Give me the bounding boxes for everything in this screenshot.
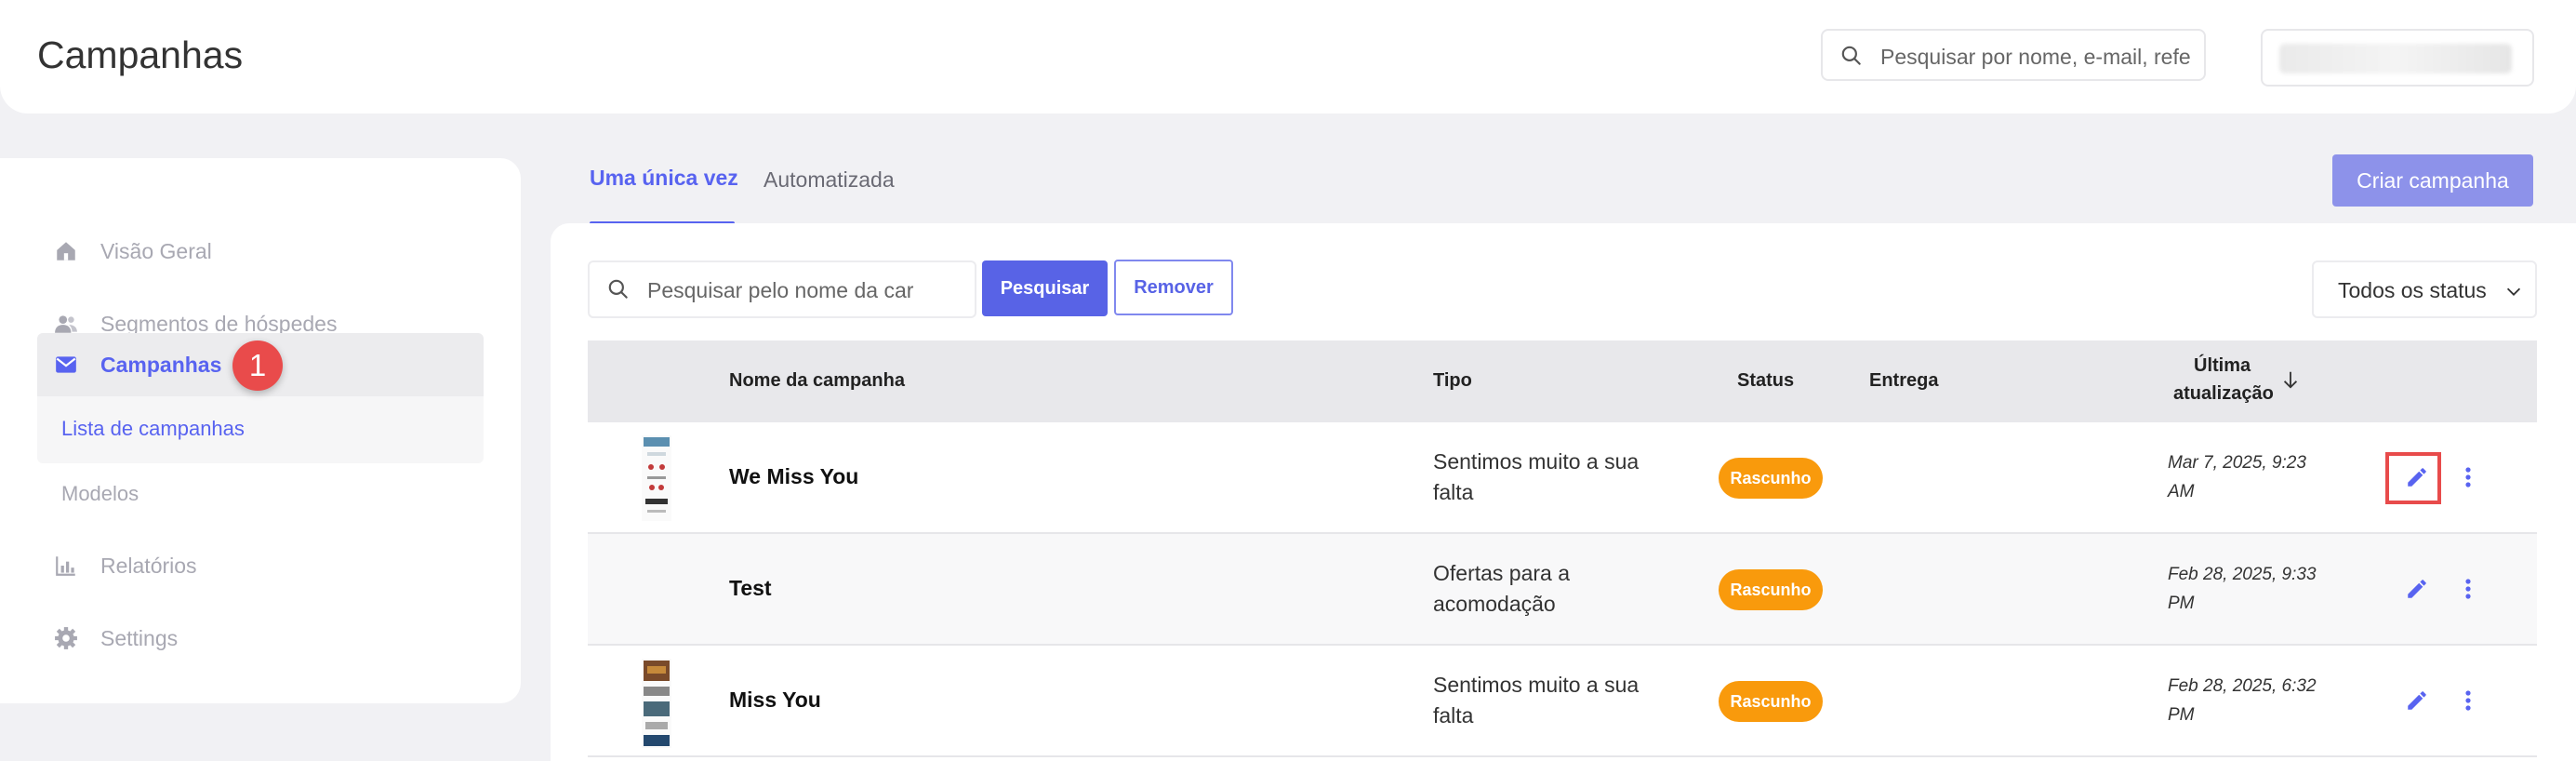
blurred-user-name	[2279, 44, 2512, 73]
global-search-input[interactable]	[1879, 40, 2198, 73]
pencil-icon	[2408, 580, 2426, 598]
status-badge: Rascunho	[1719, 681, 1823, 722]
last-updated: Feb 28, 2025, 6:32 PM	[2168, 676, 2317, 725]
page-title: Campanhas	[37, 33, 244, 76]
user-menu[interactable]	[2261, 29, 2534, 87]
remove-button[interactable]: Remover	[1114, 260, 1233, 315]
last-updated: Feb 28, 2025, 9:33 PM	[2168, 565, 2317, 613]
top-bar: Campanhas	[0, 0, 2576, 113]
pencil-icon	[2408, 691, 2426, 710]
more-options-button[interactable]	[2457, 685, 2479, 716]
campaign-thumbnail	[642, 435, 671, 521]
campaign-name[interactable]: Test	[729, 576, 772, 601]
campaign-type: Sentimos muito a sua falta	[1433, 449, 1640, 504]
more-vertical-icon	[2465, 690, 2471, 711]
edit-button[interactable]	[2401, 573, 2433, 605]
sidebar-item-overview[interactable]: Visão Geral	[37, 220, 484, 283]
status-filter-select[interactable]: Todos os status	[2312, 260, 2537, 318]
table-row[interactable]: We Miss You Sentimos muito a sua falta R…	[588, 422, 2537, 534]
campaign-type: Ofertas para a acomodação	[1433, 561, 1571, 616]
more-vertical-icon	[2465, 467, 2471, 487]
step-badge-1: 1	[232, 340, 283, 391]
sidebar-item-label: Campanhas	[100, 352, 222, 377]
last-updated: Mar 7, 2025, 9:23 AM	[2168, 453, 2306, 501]
column-header-name: Nome da campanha	[729, 370, 905, 391]
more-options-button[interactable]	[2457, 573, 2479, 605]
mail-icon	[56, 356, 76, 373]
column-header-delivery: Entrega	[1869, 370, 1939, 391]
edit-button[interactable]	[2401, 685, 2433, 716]
chart-icon	[56, 556, 75, 576]
table-row[interactable]: Test Ofertas para a acomodação Rascunho …	[588, 534, 2537, 646]
column-header-status: Status	[1737, 370, 1795, 391]
search-button[interactable]: Pesquisar	[982, 260, 1108, 316]
campaign-thumbnail	[642, 659, 671, 748]
search-icon	[1841, 46, 1861, 65]
sidebar-item-label: Visão Geral	[100, 238, 212, 263]
campaign-search[interactable]	[588, 260, 976, 318]
sidebar-item-label: Settings	[100, 625, 179, 650]
gear-icon	[55, 627, 77, 649]
status-badge: Rascunho	[1719, 569, 1823, 610]
sidebar: Visão Geral Segmentos de hóspedes Campan…	[0, 158, 521, 703]
global-search[interactable]	[1821, 29, 2206, 81]
tab-one-time[interactable]: Uma única vez	[590, 166, 738, 191]
column-header-updated-line2[interactable]: atualização	[2173, 383, 2274, 405]
campaign-name[interactable]: We Miss You	[729, 464, 858, 489]
campaign-type: Sentimos muito a sua falta	[1433, 673, 1640, 728]
sidebar-item-settings[interactable]: Settings	[37, 607, 484, 670]
chevron-down-icon	[2506, 287, 2521, 296]
more-vertical-icon	[2465, 579, 2471, 599]
sidebar-item-reports[interactable]: Relatórios	[37, 534, 484, 597]
status-filter-value: Todos os status	[2338, 278, 2487, 302]
sidebar-subitem-campaign-list[interactable]: Lista de campanhas	[61, 417, 245, 441]
more-options-button[interactable]	[2457, 461, 2479, 493]
sort-arrow-down-icon[interactable]	[2280, 368, 2301, 391]
status-badge: Rascunho	[1719, 458, 1823, 499]
home-icon	[57, 242, 75, 260]
sidebar-subitem-templates[interactable]: Modelos	[61, 482, 139, 506]
edit-button-highlight	[2385, 452, 2441, 504]
campaign-search-input[interactable]	[645, 274, 965, 307]
table-header: Nome da campanha Tipo Status Entrega Últ…	[588, 340, 2537, 422]
tab-automated[interactable]: Automatizada	[764, 167, 895, 193]
column-header-type: Tipo	[1433, 370, 1472, 391]
column-header-updated-line1[interactable]: Última	[2194, 355, 2251, 377]
search-icon	[608, 279, 628, 299]
table-row[interactable]: Miss You Sentimos muito a sua falta Rasc…	[588, 646, 2537, 757]
campaign-name[interactable]: Miss You	[729, 688, 821, 713]
sidebar-item-label: Relatórios	[100, 553, 197, 578]
create-campaign-button[interactable]: Criar campanha	[2332, 154, 2533, 207]
